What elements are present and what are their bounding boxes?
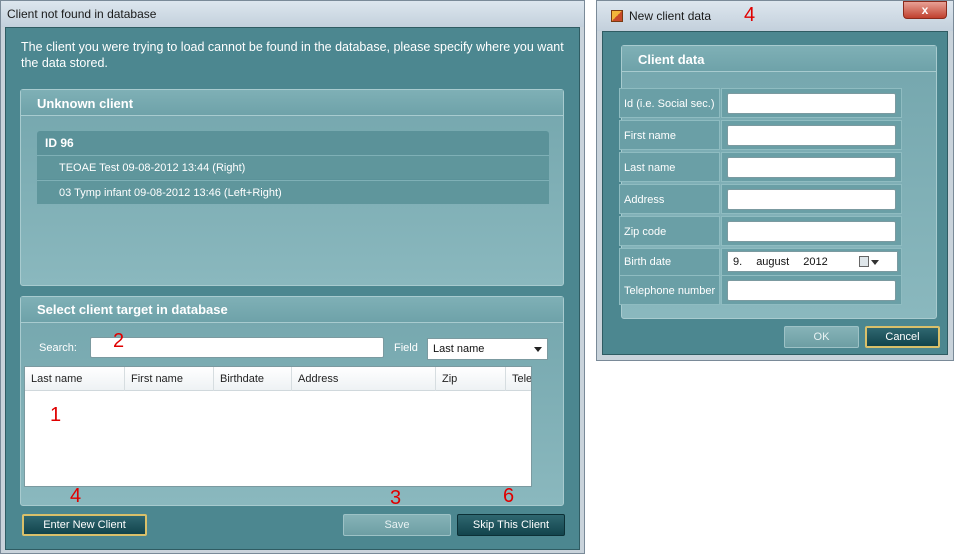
form-row: Id (i.e. Social sec.) [619,88,919,119]
annotation-3: 3 [390,487,402,509]
select-target-heading: Select client target in database [37,302,228,317]
app-icon [611,10,623,22]
annotation-6: 6 [503,485,515,507]
field-label: First name [619,120,720,150]
intro-text: The client you were trying to load canno… [21,40,564,70]
birth-day: 9. [733,256,743,268]
id-field[interactable] [727,93,896,114]
column-header[interactable]: First name [125,367,214,391]
ok-button[interactable]: OK [784,326,859,348]
telephone-field[interactable] [727,280,896,301]
column-header[interactable]: Birthdate [214,367,292,391]
address-field[interactable] [727,189,896,210]
chevron-down-icon [534,347,542,352]
save-button[interactable]: Save [343,514,451,536]
dialog-title: New client data [629,9,712,23]
field-label: Birth date [619,248,720,278]
form-row: Last name [619,152,919,183]
birth-year: 2012 [803,256,828,268]
field-select[interactable]: Last name [427,338,548,360]
annotation-2: 2 [113,330,125,352]
annotation-1: 1 [50,404,62,426]
field-label: Telephone number [619,275,720,305]
form-row: First name [619,120,919,151]
form-row: Telephone number [619,275,919,306]
form-row: Zip code [619,216,919,247]
annotation-4-left: 4 [70,485,82,507]
unknown-client-panel: Unknown client ID 96 TEOAE Test 09-08-20… [20,89,564,286]
title-bar[interactable]: Client not found in database [1,1,584,27]
table-header: Last name First name Birthdate Address Z… [25,367,531,391]
client-table[interactable]: Last name First name Birthdate Address Z… [24,366,532,487]
calendar-icon [859,256,869,267]
search-label: Search: [39,342,77,354]
client-id-box: ID 96 TEOAE Test 09-08-2012 13:44 (Right… [37,131,549,204]
dialog-body: Client data Id (i.e. Social sec.) First … [602,31,948,355]
form-row: Address [619,184,919,215]
skip-client-button[interactable]: Skip This Client [457,514,565,536]
birth-month: august [756,256,790,268]
column-header[interactable]: Last name [25,367,125,391]
field-label: Zip code [619,216,720,246]
session-item[interactable]: 03 Tymp infant 09-08-2012 13:46 (Left+Ri… [37,180,549,204]
column-header[interactable]: Address [292,367,436,391]
field-label: Field [394,342,418,354]
cancel-button[interactable]: Cancel [865,326,940,348]
chevron-down-icon [871,260,879,265]
dialog-body: The client you were trying to load canno… [5,27,580,550]
title-bar[interactable]: New client data x [597,1,953,31]
unknown-client-heading: Unknown client [37,96,134,111]
field-label: Address [619,184,720,214]
enter-new-client-button[interactable]: Enter New Client [22,514,147,536]
first-name-field[interactable] [727,125,896,146]
close-button[interactable]: x [903,1,947,19]
client-data-heading: Client data [638,52,705,67]
annotation-4-right: 4 [744,4,756,26]
field-label: Id (i.e. Social sec.) [619,88,720,118]
column-header[interactable]: Tele [506,367,531,391]
new-client-dialog: New client data x Client data Id (i.e. S… [596,0,954,361]
field-select-value: Last name [433,343,485,355]
dialog-title: Client not found in database [7,7,157,21]
close-icon: x [921,3,929,17]
session-item[interactable]: TEOAE Test 09-08-2012 13:44 (Right) [37,155,549,179]
last-name-field[interactable] [727,157,896,178]
client-not-found-dialog: Client not found in database The client … [0,0,585,554]
birth-date-picker[interactable]: 9. august 2012 [727,251,898,272]
field-label: Last name [619,152,720,182]
client-id-label: ID 96 [45,136,74,150]
column-header[interactable]: Zip [436,367,506,391]
search-input[interactable] [90,337,384,358]
zip-code-field[interactable] [727,221,896,242]
